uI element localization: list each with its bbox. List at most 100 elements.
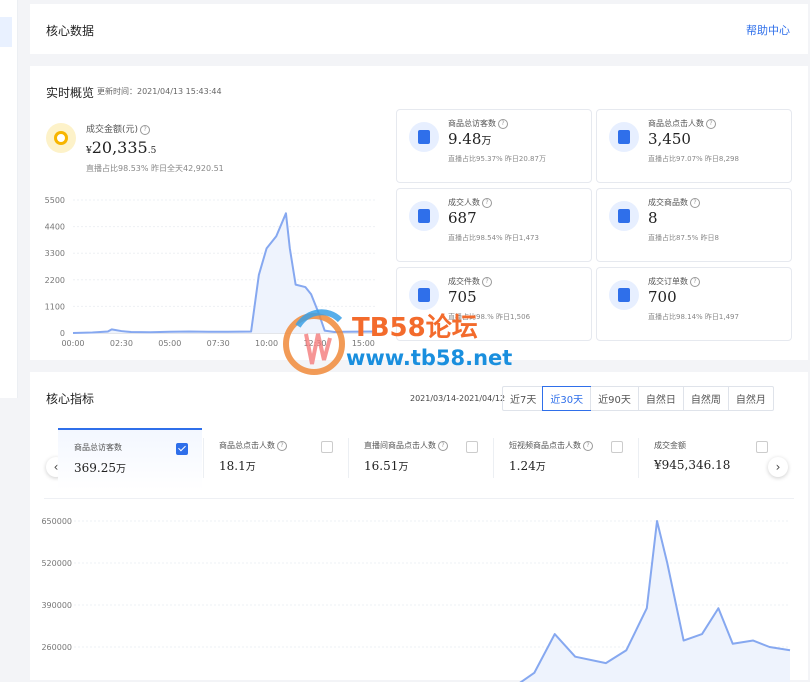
metric-checkbox[interactable] <box>176 443 188 455</box>
metric-label-text: 商品总访客数 <box>74 443 122 452</box>
order-icon <box>609 280 639 310</box>
stat-label: 成交人数? <box>448 197 492 208</box>
help-icon[interactable]: ? <box>690 197 700 208</box>
stat-label-text: 商品总访客数 <box>448 119 496 128</box>
tab-4[interactable]: 自然周 <box>682 387 728 410</box>
stat-card: 成交商品数? 8 直播占比87.5% 昨日8 <box>596 188 792 262</box>
y-tick-label: 1100 <box>45 302 65 311</box>
metric-tab[interactable]: 商品总点击人数? 18.1万 <box>203 428 347 488</box>
tab-0[interactable]: 近7天 <box>503 387 543 410</box>
period-tabs: 近7天 近30天 近90天 自然日 自然周 自然月 <box>502 386 774 411</box>
stat-subtext: 直播占比98.14% 昨日1,497 <box>648 313 739 321</box>
stat-value-number: 8 <box>648 209 658 227</box>
y-tick-label: 520000 <box>41 559 72 568</box>
x-tick-label: 07:30 <box>207 339 230 348</box>
stat-subtext: 直播占比95.37% 昨日20.87万 <box>448 155 546 163</box>
x-tick-label: 10:00 <box>255 339 278 348</box>
stat-label-text: 成交商品数 <box>648 198 688 207</box>
metric-checkbox[interactable] <box>321 441 333 453</box>
y-tick-label: 4400 <box>45 223 65 232</box>
overview-title: 实时概览 <box>46 86 95 100</box>
metric-tab[interactable]: 商品总访客数 369.25万 <box>58 428 202 490</box>
gmv-value-int: 20,335 <box>91 138 148 157</box>
help-icon[interactable]: ? <box>706 118 716 129</box>
stat-value: 8 <box>648 209 658 227</box>
stat-value: 3,450 <box>648 130 691 148</box>
stat-value-unit: 万 <box>481 136 492 147</box>
stat-card: 成交订单数? 700 直播占比98.14% 昨日1,497 <box>596 267 792 341</box>
help-icon[interactable]: ? <box>498 118 508 129</box>
next-arrow-button[interactable]: › <box>768 457 788 477</box>
help-icon[interactable]: ? <box>140 124 151 135</box>
stat-value-number: 705 <box>448 288 477 306</box>
stat-card: 商品总访客数? 9.48万 直播占比95.37% 昨日20.87万 <box>396 109 592 183</box>
stat-value-number: 3,450 <box>648 130 691 148</box>
metric-value-number: 369.25 <box>74 461 116 475</box>
metric-checkbox[interactable] <box>466 441 478 453</box>
visitor-icon <box>409 122 439 152</box>
help-icon[interactable]: ? <box>438 440 448 451</box>
metric-checkbox[interactable] <box>756 441 768 453</box>
metric-tab[interactable]: 成交金额 ¥945,346.18 <box>638 428 782 488</box>
help-icon[interactable]: ? <box>482 276 492 287</box>
product-icon <box>609 201 639 231</box>
metric-value-unit: 万 <box>245 462 256 473</box>
date-range: 2021/03/14-2021/04/12 <box>410 394 506 403</box>
help-center-link[interactable]: 帮助中心 <box>746 22 790 38</box>
gmv-label: 成交金额(元)? <box>86 122 151 135</box>
metric-checkbox[interactable] <box>611 441 623 453</box>
metric-label-text: 短视频商品点击人数 <box>509 441 581 450</box>
watermark-title: TB58论坛 <box>352 313 478 343</box>
metrics-title: 核心指标 <box>46 392 95 406</box>
watermark-url: www.tb58.net <box>346 346 513 370</box>
page-title: 核心数据 <box>46 24 95 38</box>
metric-value: 18.1万 <box>219 458 256 473</box>
help-icon[interactable]: ? <box>583 440 593 451</box>
metric-value: 16.51万 <box>364 458 408 473</box>
gmv-value-dec: .5 <box>147 146 157 156</box>
metric-label: 短视频商品点击人数? <box>509 440 593 451</box>
gmv-subtext: 直播占比98.53% 昨日全天42,920.51 <box>86 164 224 173</box>
stat-label-text: 成交人数 <box>448 198 480 207</box>
metric-label: 成交金额 <box>654 440 686 451</box>
help-icon[interactable]: ? <box>690 276 700 287</box>
x-tick-label: 02:30 <box>110 339 133 348</box>
stat-card: 商品总点击人数? 3,450 直播占比97.07% 昨日8,298 <box>596 109 792 183</box>
stat-label: 商品总访客数? <box>448 118 508 129</box>
metric-label: 商品总访客数 <box>74 442 122 453</box>
metric-trend-chart[interactable]: 260000 390000 520000 650000 <box>30 502 808 682</box>
y-tick-label: 2200 <box>45 276 65 285</box>
help-icon[interactable]: ? <box>482 197 492 208</box>
x-tick-label: 00:00 <box>61 339 84 348</box>
separator <box>348 438 349 478</box>
metric-tab[interactable]: 直播间商品点击人数? 16.51万 <box>348 428 492 488</box>
stat-value: 687 <box>448 209 477 227</box>
metric-value-unit: 万 <box>535 462 546 473</box>
stat-subtext: 直播占比87.5% 昨日8 <box>648 234 719 242</box>
metric-label: 直播间商品点击人数? <box>364 440 448 451</box>
stat-label: 成交商品数? <box>648 197 700 208</box>
y-tick-label: 260000 <box>41 643 72 652</box>
metric-tab[interactable]: 短视频商品点击人数? 1.24万 <box>493 428 637 488</box>
stat-label-text: 成交件数 <box>448 277 480 286</box>
tab-3[interactable]: 自然日 <box>637 387 683 410</box>
tab-2[interactable]: 近90天 <box>590 387 638 410</box>
metric-value-number: 1.24 <box>509 459 536 473</box>
help-icon[interactable]: ? <box>277 440 287 451</box>
stat-label: 成交件数? <box>448 276 492 287</box>
stat-subtext: 直播占比97.07% 昨日8,298 <box>648 155 739 163</box>
metric-value-number: 16.51 <box>364 459 399 473</box>
bag-icon <box>409 280 439 310</box>
separator <box>493 438 494 478</box>
tab-5[interactable]: 自然月 <box>727 387 773 410</box>
metric-value: 1.24万 <box>509 458 546 473</box>
metric-label-text: 成交金额 <box>654 441 686 450</box>
y-tick-label: 390000 <box>41 601 72 610</box>
gmv-label-text: 成交金额(元) <box>86 125 139 135</box>
metric-value-unit: 万 <box>398 462 409 473</box>
sidebar-selected-item[interactable] <box>0 17 12 47</box>
stat-value: 700 <box>648 288 677 306</box>
stat-subtext: 直播占比98.54% 昨日1,473 <box>448 234 539 242</box>
click-icon <box>609 122 639 152</box>
tab-1[interactable]: 近30天 <box>542 386 592 411</box>
